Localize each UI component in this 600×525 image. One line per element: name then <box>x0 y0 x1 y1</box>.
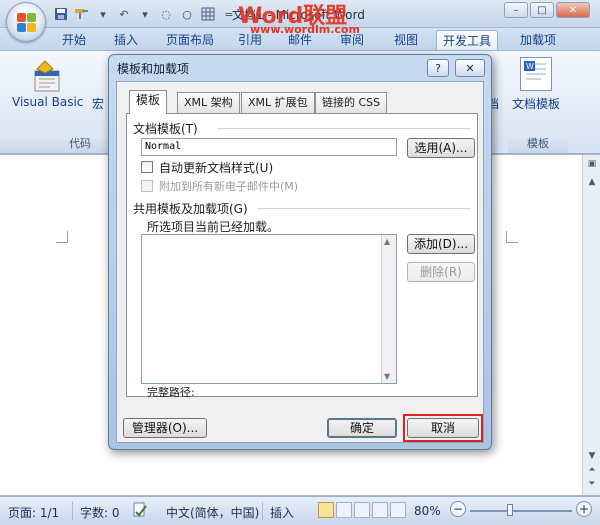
document-template-icon: W <box>520 57 552 91</box>
scroll-down-icon[interactable]: ▼ <box>585 449 599 463</box>
visual-basic-icon <box>34 60 60 92</box>
remove-button: 删除(R) <box>407 262 475 282</box>
add-button[interactable]: 添加(D)... <box>407 234 475 254</box>
office-button[interactable] <box>6 2 46 42</box>
svg-text:W: W <box>526 62 534 71</box>
quick-access-toolbar: ▾ ↶ ▾ ◌ ○ = <box>52 5 238 23</box>
language-status[interactable]: 中文(简体，中国) <box>166 504 259 521</box>
next-page-icon[interactable]: ⏷ <box>585 477 599 491</box>
tab-add-ins[interactable]: 加载项 <box>514 30 562 50</box>
close-window-button[interactable]: ✕ <box>556 2 590 18</box>
status-bar: 页面: 1/1 字数: 0 中文(简体，中国) 插入 80% − + <box>0 496 600 525</box>
templates-tab-pane: 文档模板(T) Normal 选用(A)... 自动更新文档样式(U) 附加到所… <box>126 113 478 399</box>
full-path-label: 完整路径: <box>147 386 195 399</box>
grid-icon[interactable] <box>199 5 217 23</box>
tab-home[interactable]: 开始 <box>56 30 92 50</box>
scroll-down-icon[interactable]: ▼ <box>384 372 390 381</box>
refresh-icon[interactable]: ○ <box>178 5 196 23</box>
ok-button[interactable]: 确定 <box>327 418 397 438</box>
dialog-help-button[interactable]: ? <box>427 59 449 77</box>
undo-icon[interactable]: ↶ <box>115 5 133 23</box>
ruler-toggle-icon[interactable]: ▣ <box>585 157 599 171</box>
group-divider <box>257 208 471 209</box>
maximize-button[interactable]: □ <box>530 2 554 18</box>
listbox-scrollbar[interactable]: ▲ ▼ <box>381 235 396 383</box>
tab-developer[interactable]: 开发工具 <box>436 30 499 50</box>
tab-templates[interactable]: 模板 <box>129 90 168 114</box>
visual-basic-button[interactable]: Visual Basic <box>12 95 83 109</box>
tab-linked-css[interactable]: 链接的 CSS <box>315 92 388 113</box>
save-icon[interactable] <box>52 5 70 23</box>
insert-mode-status[interactable]: 插入 <box>270 504 294 521</box>
minimize-button[interactable]: – <box>504 2 528 18</box>
proofing-icon[interactable] <box>132 502 148 521</box>
full-screen-view-icon[interactable] <box>336 502 352 518</box>
vertical-scrollbar[interactable]: ▣ ▲ ▼ ⏶ ⏷ <box>582 155 600 495</box>
draft-view-icon[interactable] <box>390 502 406 518</box>
cancel-button[interactable]: 取消 <box>407 418 479 438</box>
office-logo-icon <box>17 13 37 33</box>
page-count[interactable]: 页面: 1/1 <box>8 504 59 521</box>
outline-view-icon[interactable] <box>372 502 388 518</box>
tab-insert[interactable]: 插入 <box>108 30 144 50</box>
document-template-label: 文档模板(T) <box>133 122 198 136</box>
zoom-slider[interactable] <box>470 504 572 516</box>
scroll-up-icon[interactable]: ▲ <box>384 237 390 246</box>
word-count[interactable]: 字数: 0 <box>80 504 120 521</box>
redo-icon[interactable]: ▾ <box>136 5 154 23</box>
watermark-url: www.wordlm.com <box>250 23 360 36</box>
auto-update-label: 自动更新文档样式(U) <box>159 161 274 175</box>
attach-template-button[interactable]: 选用(A)... <box>407 138 475 158</box>
zoom-slider-thumb[interactable] <box>506 504 513 516</box>
attach-mail-checkbox <box>141 180 153 192</box>
status-divider <box>262 502 263 520</box>
shared-templates-label: 共用模板及加载项(G) <box>133 202 248 216</box>
dialog-close-button[interactable]: ✕ <box>455 59 485 77</box>
organizer-button[interactable]: 管理器(O)... <box>123 418 207 438</box>
format-painter-icon[interactable] <box>73 5 91 23</box>
template-path-input[interactable]: Normal <box>141 138 397 156</box>
zoom-out-button[interactable]: − <box>450 501 466 517</box>
tab-xml-schema[interactable]: XML 架构 <box>177 92 240 113</box>
tab-page-layout[interactable]: 页面布局 <box>160 30 220 50</box>
margin-corner-left <box>56 231 68 243</box>
auto-update-checkbox[interactable] <box>141 161 153 173</box>
zoom-in-button[interactable]: + <box>576 501 592 517</box>
tab-view[interactable]: 视图 <box>388 30 424 50</box>
status-divider <box>72 502 73 520</box>
addins-listbox[interactable]: ▲ ▼ <box>141 234 397 384</box>
stop-icon[interactable]: ◌ <box>157 5 175 23</box>
group-divider <box>217 128 471 129</box>
macro-button[interactable]: 宏 <box>92 95 104 112</box>
web-layout-view-icon[interactable] <box>354 502 370 518</box>
tab-xml-expansion-packs[interactable]: XML 扩展包 <box>241 92 315 113</box>
zoom-level[interactable]: 80% <box>414 504 441 518</box>
scroll-up-icon[interactable]: ▲ <box>585 175 599 189</box>
document-template-button[interactable]: 文档模板 <box>512 95 560 112</box>
dialog-client-area: 模板 XML 架构 XML 扩展包 链接的 CSS 文档模板(T) Normal… <box>116 81 484 443</box>
prev-page-icon[interactable]: ⏶ <box>585 463 599 477</box>
print-layout-view-icon[interactable] <box>318 502 334 518</box>
view-buttons <box>318 502 406 518</box>
template-group-caption: 模板 <box>508 135 568 153</box>
loaded-hint: 所选项目当前已经加载。 <box>147 220 280 234</box>
attach-mail-label: 附加到所有新电子邮件中(M) <box>159 180 299 193</box>
dialog-title: 模板和加载项 <box>117 62 190 76</box>
chevron-down-icon[interactable]: ▾ <box>94 5 112 23</box>
templates-addins-dialog: 模板和加载项 ? ✕ 模板 XML 架构 XML 扩展包 链接的 CSS 文档模… <box>108 54 492 450</box>
margin-corner-right <box>506 231 518 243</box>
